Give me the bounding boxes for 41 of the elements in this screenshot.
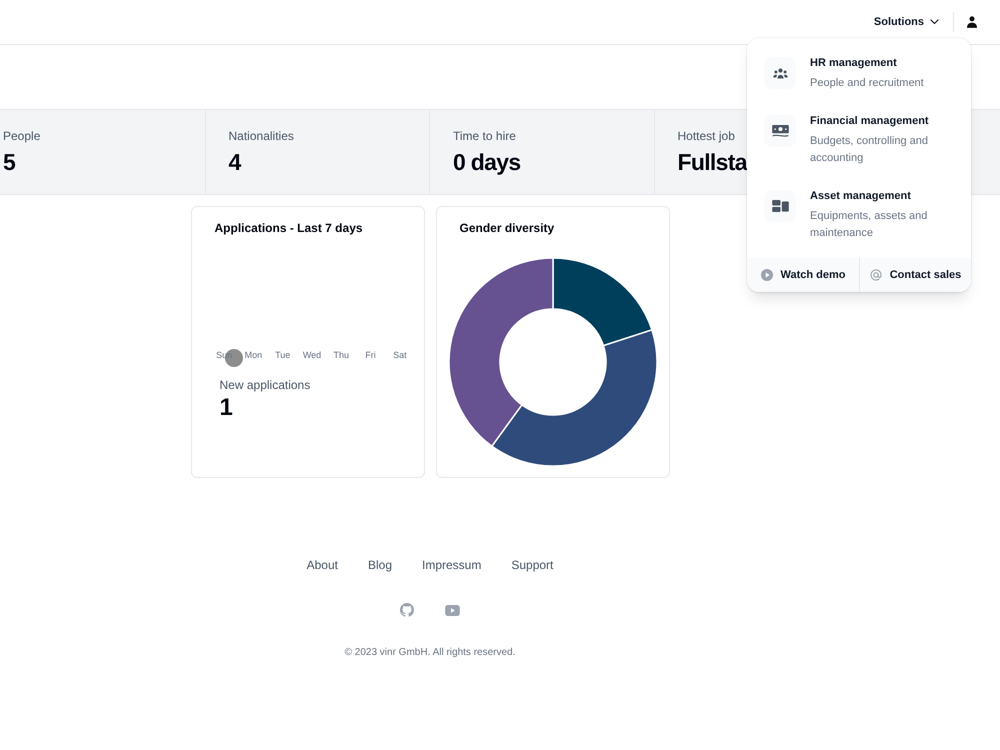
day-label: Tue: [275, 349, 290, 361]
video-play-icon[interactable]: [445, 604, 460, 616]
card-title: Gender diversity: [460, 220, 554, 236]
menu-item-title[interactable]: HR management: [810, 56, 897, 70]
menu-item-description: Budgets, controlling and accounting: [810, 134, 930, 166]
footer-link[interactable]: About: [306, 557, 338, 573]
menu-item-description: People and recruitment: [810, 76, 924, 91]
blocks-icon: [764, 190, 796, 222]
metric-label: New applications: [220, 377, 310, 393]
stat-label: Time to hire: [453, 128, 516, 144]
stat-value: 5: [3, 148, 16, 177]
play-icon: [760, 269, 772, 281]
github-icon[interactable]: [400, 603, 414, 617]
chevron-down-icon: [930, 19, 939, 25]
day-label: Fri: [365, 349, 376, 361]
stat-value: 0 days: [453, 148, 520, 177]
action-button[interactable]: Contact sales: [859, 258, 971, 292]
menu-item-title[interactable]: Asset management: [810, 189, 911, 203]
copyright-text: © 2023 vinr GmbH. All rights reserved.: [344, 646, 516, 660]
card-title: Applications - Last 7 days: [214, 220, 363, 236]
people-group-icon: [764, 57, 796, 89]
metric-value: 1: [220, 393, 233, 423]
footer-link[interactable]: Impressum: [422, 557, 482, 573]
footer-link[interactable]: Support: [511, 557, 554, 573]
day-label: Mon: [244, 349, 262, 361]
solutions-menu-button[interactable]: Solutions: [874, 8, 939, 36]
footer-link[interactable]: Blog: [368, 557, 392, 573]
stat-label: Nationalities: [228, 128, 294, 144]
stat-label: Hottest job: [678, 128, 735, 144]
day-label: Thu: [334, 349, 350, 361]
day-label: Sat: [393, 349, 407, 361]
stat-value: Fullsta: [678, 148, 747, 177]
stat-label: People: [3, 128, 40, 144]
at-sign-icon: [870, 269, 882, 281]
stat-value: 4: [228, 148, 241, 177]
user-icon[interactable]: [967, 16, 977, 28]
action-button[interactable]: Watch demo: [747, 258, 859, 292]
day-label: Wed: [302, 349, 322, 361]
banknote-icon: [764, 115, 796, 147]
menu-item-description: Equipments, assets and maintenance: [810, 209, 928, 241]
menu-item-title[interactable]: Financial management: [810, 114, 929, 128]
